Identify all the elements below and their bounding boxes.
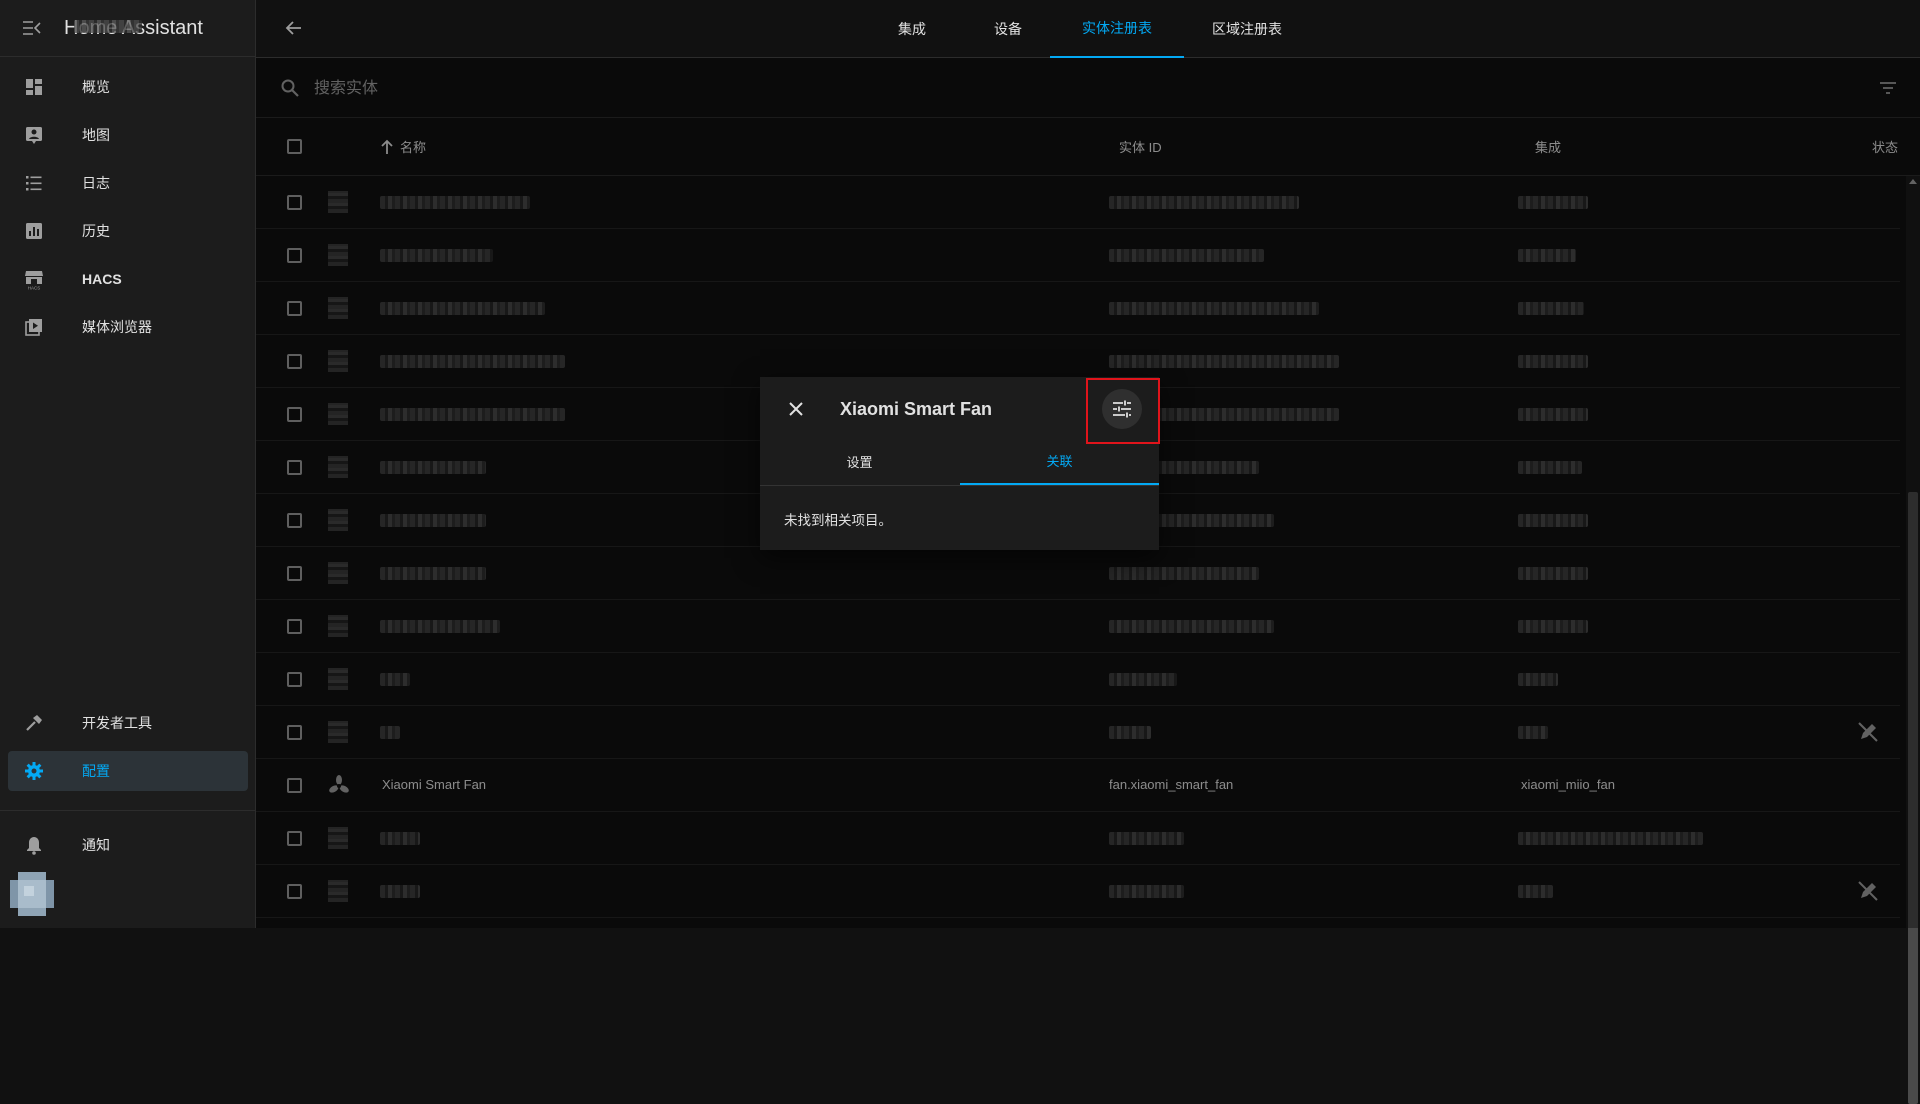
tab-label: 集成 bbox=[898, 21, 926, 37]
close-icon[interactable] bbox=[784, 397, 808, 421]
dialog-tab-label: 关联 bbox=[1046, 453, 1073, 469]
sidebar-item-overview[interactable]: 概览 bbox=[8, 67, 248, 107]
sidebar-item-label: 开发者工具 bbox=[82, 715, 152, 731]
sidebar-item-logbook[interactable]: 日志 bbox=[8, 163, 248, 203]
sidebar-item-label: HACS bbox=[82, 271, 122, 287]
back-arrow-icon[interactable] bbox=[280, 14, 308, 42]
avatar[interactable] bbox=[10, 872, 54, 916]
sidebar-item-label: 日志 bbox=[82, 175, 110, 191]
sidebar-item-label: 概览 bbox=[82, 79, 110, 95]
history-icon bbox=[22, 219, 46, 243]
sidebar-item-label: 配置 bbox=[82, 763, 110, 779]
menu-collapse-icon[interactable] bbox=[0, 0, 64, 56]
top-tab-bar: 集成 设备 实体注册表 区域注册表 bbox=[256, 0, 1920, 58]
sidebar: Home Assistant 概览 地图 日志 历史 HACS HACS 媒体浏… bbox=[0, 0, 256, 928]
tab-area-registry[interactable]: 区域注册表 bbox=[1198, 0, 1296, 58]
sidebar-item-hacs[interactable]: HACS HACS bbox=[8, 259, 248, 299]
sidebar-item-media-browser[interactable]: 媒体浏览器 bbox=[8, 307, 248, 347]
sidebar-item-history[interactable]: 历史 bbox=[8, 211, 248, 251]
gear-icon bbox=[22, 759, 46, 783]
dialog-tab-settings[interactable]: 设置 bbox=[760, 437, 959, 485]
tab-integrations[interactable]: 集成 bbox=[881, 0, 943, 58]
sidebar-item-notifications[interactable]: 通知 bbox=[8, 825, 248, 865]
media-browser-icon bbox=[22, 315, 46, 339]
dialog-tab-related[interactable]: 关联 bbox=[960, 437, 1159, 485]
tab-label: 实体注册表 bbox=[1082, 20, 1152, 36]
user-name-redacted bbox=[74, 20, 142, 33]
sidebar-item-config[interactable]: 配置 bbox=[8, 751, 248, 791]
hammer-icon bbox=[22, 711, 46, 735]
tab-devices[interactable]: 设备 bbox=[973, 0, 1043, 58]
sidebar-item-label: 地图 bbox=[82, 127, 110, 143]
dialog-tab-label: 设置 bbox=[846, 454, 873, 470]
dialog-divider bbox=[760, 485, 1159, 486]
highlight-box bbox=[1086, 378, 1160, 444]
dialog-title: Xiaomi Smart Fan bbox=[840, 399, 993, 419]
sidebar-item-label: 媒体浏览器 bbox=[82, 319, 152, 335]
map-icon bbox=[22, 123, 46, 147]
hacs-icon: HACS bbox=[22, 267, 46, 291]
sidebar-item-label: 通知 bbox=[82, 837, 110, 853]
tab-label: 设备 bbox=[994, 21, 1022, 37]
tab-label: 区域注册表 bbox=[1212, 21, 1282, 37]
tab-entity-registry[interactable]: 实体注册表 bbox=[1050, 0, 1184, 58]
logbook-icon bbox=[22, 171, 46, 195]
sidebar-item-label: 历史 bbox=[82, 223, 110, 239]
svg-text:HACS: HACS bbox=[28, 286, 41, 291]
dashboard-icon bbox=[22, 75, 46, 99]
dialog-empty-message: 未找到相关项目。 bbox=[784, 513, 892, 528]
sidebar-divider bbox=[0, 810, 256, 811]
bell-icon bbox=[22, 833, 46, 857]
sidebar-item-developer-tools[interactable]: 开发者工具 bbox=[8, 703, 248, 743]
sidebar-item-map[interactable]: 地图 bbox=[8, 115, 248, 155]
